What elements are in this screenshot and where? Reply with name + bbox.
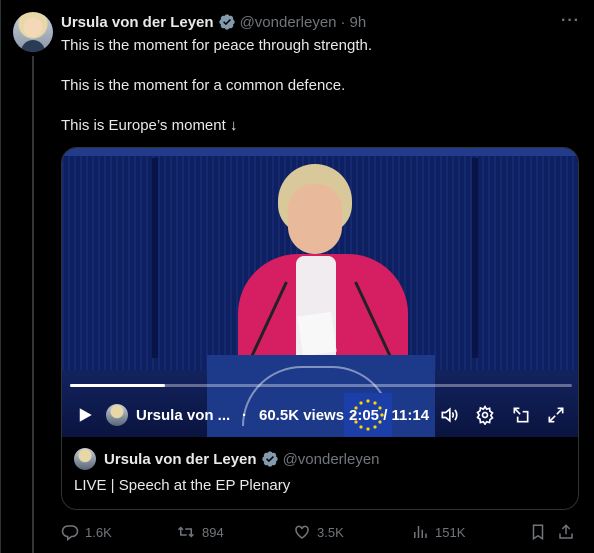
- play-button[interactable]: [76, 398, 94, 432]
- tweet-text: This is the moment for peace through str…: [61, 36, 571, 156]
- views-separator: ·: [242, 406, 247, 424]
- picture-in-picture-icon: [513, 407, 529, 423]
- analytics-icon: [414, 526, 427, 538]
- bookmark-button[interactable]: [529, 520, 547, 544]
- reply-count: 1.6K: [85, 524, 112, 540]
- repost-icon: [177, 526, 195, 538]
- tweet-line: This is the moment for a common defence.: [61, 77, 346, 94]
- tweet-time[interactable]: 9h: [350, 14, 367, 31]
- reply-button[interactable]: 1.6K: [61, 520, 112, 544]
- more-options-icon[interactable]: ···: [561, 12, 580, 30]
- video-timecode: 2:05 / 11:14: [349, 406, 430, 424]
- quoted-tweet[interactable]: Ursula von ... · 60.5K views 2:05 / 11:1…: [61, 147, 579, 510]
- video-frame-detail: [152, 158, 158, 358]
- volume-button[interactable]: [439, 398, 459, 432]
- channel-avatar: [106, 404, 128, 426]
- tweet-actions: 1.6K 894 3.5K 151K: [61, 520, 579, 544]
- author-avatar[interactable]: [13, 12, 53, 52]
- quoted-author-handle: @vonderleyen: [282, 450, 380, 468]
- tweet-line: This is the moment for peace through str…: [61, 37, 372, 54]
- views-button[interactable]: 151K: [411, 520, 465, 544]
- tweet-header: Ursula von der Leyen @vonderleyen · 9h: [61, 12, 366, 32]
- video-progress-fill: [70, 384, 166, 387]
- quoted-tweet-body[interactable]: Ursula von der Leyen @vonderleyen LIVE |…: [62, 437, 578, 509]
- video-player[interactable]: Ursula von ... · 60.5K views 2:05 / 11:1…: [62, 148, 578, 437]
- picture-in-picture-button[interactable]: [511, 398, 531, 432]
- thread-line: [32, 56, 34, 553]
- channel-chip[interactable]: Ursula von ...: [106, 398, 230, 432]
- verified-badge-icon: [218, 14, 235, 30]
- video-progress-bar[interactable]: [70, 384, 572, 387]
- video-views: 60.5K views: [259, 406, 345, 424]
- bookmark-icon: [532, 524, 544, 541]
- like-count: 3.5K: [317, 524, 344, 540]
- gear-icon: [476, 405, 494, 425]
- play-icon: [79, 408, 92, 422]
- quoted-tweet-text: LIVE | Speech at the EP Plenary: [74, 477, 291, 494]
- channel-label: Ursula von ...: [136, 406, 231, 424]
- settings-button[interactable]: [475, 398, 495, 432]
- video-frame-detail: [62, 148, 578, 156]
- repost-button[interactable]: 894: [176, 520, 224, 544]
- views-count: 151K: [435, 524, 466, 540]
- video-frame-detail: [472, 158, 478, 358]
- verified-badge-icon: [261, 451, 278, 467]
- volume-icon: [441, 407, 458, 423]
- tweet-card[interactable]: Ursula von der Leyen @vonderleyen · 9h ·…: [0, 0, 594, 553]
- author-handle[interactable]: @vonderleyen: [240, 14, 337, 31]
- expand-icon: [548, 407, 564, 423]
- repost-count: 894: [202, 524, 224, 540]
- tweet-line: This is Europe’s moment ↓: [61, 117, 238, 134]
- share-button[interactable]: [557, 520, 575, 544]
- author-name[interactable]: Ursula von der Leyen: [61, 14, 214, 31]
- fullscreen-button[interactable]: [546, 398, 566, 432]
- quoted-author-avatar: [74, 448, 96, 470]
- quoted-author-name: Ursula von der Leyen: [104, 450, 257, 468]
- quoted-tweet-header: Ursula von der Leyen @vonderleyen: [74, 448, 380, 470]
- share-icon: [559, 524, 573, 539]
- like-button[interactable]: 3.5K: [293, 520, 344, 544]
- heart-icon: [295, 525, 309, 539]
- separator-dot: ·: [340, 13, 346, 31]
- reply-icon: [61, 525, 79, 541]
- video-controls: Ursula von ... · 60.5K views 2:05 / 11:1…: [62, 398, 578, 432]
